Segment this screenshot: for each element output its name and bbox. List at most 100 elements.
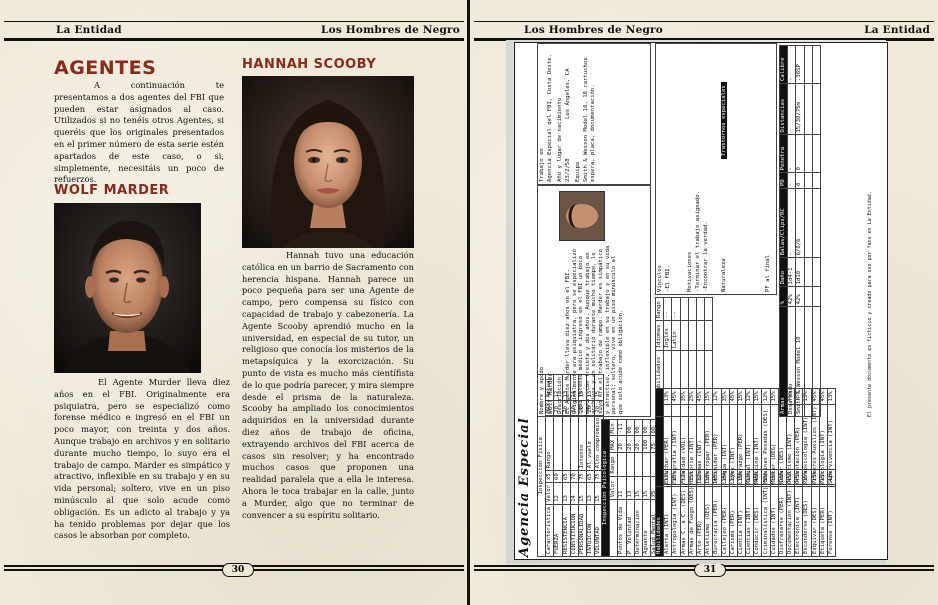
caracteristica-cell <box>553 415 563 471</box>
habilidad-cell: Liderazgo (PER) <box>737 404 746 487</box>
habilidad-cell: Ciencia (INT) <box>737 484 746 557</box>
nacimiento-label: Año y lugar de nacimiento <box>557 97 563 182</box>
right-page-header: Los Hombres de Negro La Entidad <box>474 21 934 41</box>
psico-cell: 20 <box>626 435 635 453</box>
idioma-cell: -- <box>663 297 672 321</box>
habilidad-cell: 15% <box>770 388 779 405</box>
otras-habilidades-label: Otras Habilidades <box>655 350 664 417</box>
header-chapter-title-right: Los Hombres de Negro <box>524 24 663 36</box>
vinculos-label: Vínculos <box>657 265 663 292</box>
caracteristica-cell: 70 <box>570 470 579 483</box>
psico-cell: 00 <box>626 419 635 436</box>
nombre-label: Nombre y apodo <box>539 366 545 414</box>
habilidad-row: Intimidar (PER) 12% <box>712 388 721 487</box>
arma-cell: 1d10 <box>795 257 805 287</box>
psico-cell: Puntos de Vida <box>617 499 627 557</box>
caracteristica-cell: 12 <box>553 482 563 505</box>
arma-cell: Smith & Wesson Model 10 <box>795 306 805 417</box>
habilidad-cell: Medicina (INT) <box>753 404 762 487</box>
descripcion-label: Descripción <box>557 376 563 414</box>
hannah-scooby-text: Hannah tuvo una educación católica en un… <box>242 250 414 520</box>
psico-cell: 15 <box>634 476 643 500</box>
habilidad-row: Máquinas Pesadas (DES) 12% <box>761 388 771 487</box>
habilidad-cell: Supervivencia (INT) <box>827 404 836 487</box>
caracteristica-cell: Al vuelo <box>586 415 595 471</box>
idioma-cell: -- <box>671 297 681 321</box>
arma-cell: 42% <box>795 286 805 307</box>
psico-cell: 15 <box>642 476 651 500</box>
page-number-left: 30 <box>222 563 254 577</box>
psico-cell: 11 <box>617 476 627 500</box>
psico-header-cell <box>609 499 618 557</box>
habilidad-cell: Leyes (INT) <box>729 404 738 487</box>
habilidad-row: Leyes (INT) 45% <box>729 388 738 487</box>
habilidad-cell: Carisma (PER) <box>729 484 738 557</box>
agentes-intro-text: A continuación te presentamos a dos agen… <box>54 80 224 185</box>
habilidad-row: Lengua (INT) 35% <box>721 388 730 487</box>
page-number-right: 31 <box>694 563 726 577</box>
habilidad-cell: Etiqueta (PER) <box>819 484 828 557</box>
caracteristica-cell: 13 <box>586 482 595 505</box>
armas-header-cell: Penetra <box>779 134 788 173</box>
motivacion-2: -Encontrar la verdad. <box>703 221 709 292</box>
arma-cell: - <box>787 172 796 189</box>
caracteristica-cell: INTUICIÓN <box>586 504 595 557</box>
armas-header-cell: Calibre <box>779 45 788 84</box>
caracteristica-cell <box>562 415 571 471</box>
caracteristica-cell: 65 <box>586 470 595 483</box>
sheet-portrait-thumbnail <box>559 191 605 241</box>
header-book-title: La Entidad <box>56 24 122 36</box>
caracteristica-cell: 65 <box>562 470 571 483</box>
psico-row: Aguante 15 100 00 <box>642 419 651 557</box>
arma-cell: 15/30/75m <box>795 83 805 135</box>
arma-cell: - <box>787 188 796 258</box>
habilidad-cell: Electrónica (INT) <box>794 484 803 557</box>
psico-cell: 13 <box>626 476 635 500</box>
caracteristica-cell: Intenso <box>578 415 587 471</box>
armas-header-cell: Balas/Clips/RC <box>779 188 788 258</box>
habilidad-cell: 15% <box>753 388 762 405</box>
habilidad-cell: 15% <box>737 388 746 405</box>
caracteristica-cell: FUERZA <box>553 504 563 557</box>
idioma-cell <box>671 350 681 417</box>
psico-header-cell: Valor <box>609 476 618 500</box>
habilidad-cell: Manual (INT) <box>745 404 754 487</box>
rango-label: Rango <box>655 297 664 321</box>
arma-cell: - <box>787 83 796 135</box>
wolf-marder-heading: WOLF MARDER <box>54 183 170 198</box>
habilidad-cell: Documentación (INT) <box>786 484 795 557</box>
right-page-footer: 31 <box>474 563 934 577</box>
caracteristica-cell: RESISTENCIA <box>562 504 571 557</box>
wolf-portrait-illustration <box>54 203 201 373</box>
habilidad-cell: Esquivar (DES) <box>811 484 820 557</box>
idioma-cell: Inglés <box>663 320 672 351</box>
habilidad-cell: 12% <box>712 388 721 405</box>
psico-cell: 100 <box>642 435 651 453</box>
armas-header-cell: Distancias <box>779 83 788 135</box>
agentes-heading: AGENTES <box>54 57 157 79</box>
arma-cell: - <box>787 45 796 84</box>
idioma-cell <box>663 350 672 417</box>
caracteristica-cell: 60 <box>553 470 563 483</box>
habilidad-cell: Alerta (INT) <box>663 484 672 557</box>
habilidad-cell: Esconderse (DES) <box>802 484 812 557</box>
habilidad-cell: Ciencias (INT) <box>745 484 754 557</box>
habilidad-cell: Atletismo (DES) <box>704 484 713 557</box>
sheet-footnote: El presente documento es ficticio y crea… <box>867 191 873 417</box>
caracteristica-cell: 75 <box>578 470 587 483</box>
habilidad-cell: Armas C. a C. (DES) <box>680 484 689 557</box>
psico-row: Puntos de Vida 11 20 -11 <box>617 419 627 557</box>
habilidad-cell: Criminalística (INT) <box>761 484 771 557</box>
pf-label: PF al final <box>765 254 771 292</box>
psico-header-cell: Mín <box>609 419 618 436</box>
psico-cell: 20 <box>634 435 643 453</box>
trabajo-value: Agencia Especial del FBI, Costa Oeste. <box>547 54 553 182</box>
habilidad-cell: Lengua (INT) <box>721 404 730 487</box>
trabajo-label: Trabajo en <box>539 148 545 182</box>
habilidad-row: Medicina (INT) 15% <box>753 388 762 487</box>
psico-cell: -11 <box>617 419 627 436</box>
psico-cell <box>626 452 635 477</box>
psico-cell: Determinación <box>634 499 643 557</box>
otras-habilidades-table: Otras Habilidades Idiomas Rango Inglés -- La… <box>655 297 713 417</box>
caract-header-cell: Valor <box>545 482 554 505</box>
